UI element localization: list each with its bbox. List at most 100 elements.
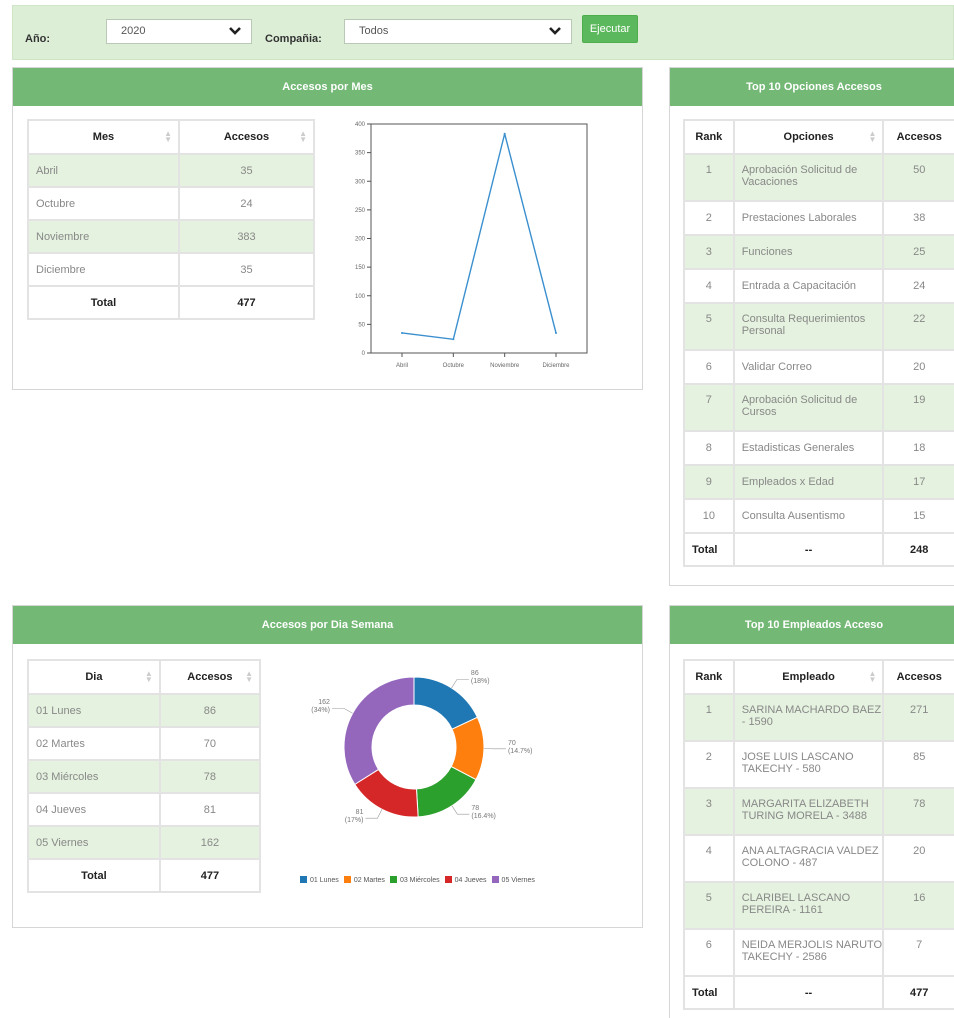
col-header-rank[interactable]: Rank <box>683 659 735 695</box>
weekday-panel: Accesos por Dia Semana Dia ▲ ▼ Accesos ▲ ▼ 0… <box>12 605 643 928</box>
x-tick-label: Diciembre <box>542 363 570 369</box>
legend-swatch <box>444 876 452 883</box>
legend-label: 03 Miércoles <box>399 877 440 884</box>
cell-rank: 7 <box>683 383 735 432</box>
y-tick-label: 300 <box>355 179 366 185</box>
x-tick-label: Noviembre <box>490 363 520 369</box>
cell-count: 16 <box>882 881 954 930</box>
company-select[interactable]: Todos <box>344 19 572 44</box>
company-value: Todos <box>359 25 389 37</box>
data-point <box>503 132 506 135</box>
year-label: Año: <box>25 33 51 45</box>
monthly-panel: Accesos por Mes Mes ▲ ▼ Accesos ▲ ▼ Abril 35 … <box>12 67 643 390</box>
cell-rank: 3 <box>683 234 735 270</box>
cell-rank: 5 <box>683 881 735 930</box>
top-employees-table: Rank Empleado ▲ ▼ Accesos 1 SARINA MACHARDO… <box>683 659 954 1010</box>
slice-percent: (16.4%) <box>471 813 496 821</box>
run-button[interactable]: Ejecutar <box>582 15 638 43</box>
label-leader-line <box>331 708 353 714</box>
table-row: 1 Aprobación Solicitud de Vacaciones 50 <box>683 153 954 202</box>
cell-count: 24 <box>882 268 954 304</box>
cell-option: Aprobación Solicitud de Cursos <box>732 383 885 432</box>
cell-rank: 4 <box>683 834 735 883</box>
cell-count: 20 <box>882 834 954 883</box>
donut-slice[interactable] <box>343 676 415 786</box>
legend-item[interactable]: 01 Lunes <box>300 876 339 884</box>
weekday-panel-title: Accesos por Dia Semana <box>13 606 642 644</box>
col-header-accesos[interactable]: Accesos <box>882 659 954 695</box>
x-tick-label: Octubre <box>443 363 465 369</box>
cell-rank: 2 <box>683 740 735 789</box>
legend-item[interactable]: 05 Viernes <box>491 876 535 884</box>
cell-count: 85 <box>882 740 954 789</box>
cell-rank: 1 <box>683 693 735 742</box>
cell-rank: 6 <box>683 349 735 385</box>
cell-option: Validar Correo <box>732 349 885 385</box>
table-row: 3 MARGARITA ELIZABETH TURING MORELA - 348… <box>683 787 954 836</box>
y-tick-label: 350 <box>355 151 366 157</box>
cell-total_value: 248 <box>882 532 954 567</box>
top-options-panel-title: Top 10 Opciones Accesos <box>670 68 954 106</box>
legend-label: 02 Martes <box>353 877 385 884</box>
cell-total_mid: -- <box>732 532 885 567</box>
table-row: 01 Lunes 86 <box>27 693 262 728</box>
top-employees-panel: Top 10 Empleados Acceso Rank Empleado ▲ ▼ … <box>669 605 954 1018</box>
col-header-rank[interactable]: Rank <box>683 119 735 155</box>
table-total-row: Total -- 477 <box>683 975 954 1010</box>
filter-bar: Año: 2020 Compañia: Todos <box>12 5 954 60</box>
cell-total_label: Total <box>683 532 735 567</box>
col-header-opciones[interactable]: Opciones ▲ ▼ <box>732 119 885 155</box>
cell-count: 17 <box>882 464 954 500</box>
col-header-empleado[interactable]: Empleado ▲ ▼ <box>732 659 885 695</box>
col-header-accesos[interactable]: Accesos ▲ ▼ <box>158 659 262 695</box>
col-header-accesos[interactable]: Accesos <box>882 119 954 155</box>
legend-item[interactable]: 03 Miércoles <box>389 876 440 884</box>
sort-icon: ▲ ▼ <box>164 129 172 144</box>
table-row: Diciembre 35 <box>27 252 316 287</box>
label-leader-line <box>451 805 470 815</box>
table-row: 4 ANA ALTAGRACIA VALDEZ COLONO - 487 20 <box>683 834 954 883</box>
table-row: 1 SARINA MACHARDO BAEZ - 1590 271 <box>683 693 954 742</box>
table-row: Abril 35 <box>27 153 316 188</box>
table-row: 6 Validar Correo 20 <box>683 349 954 385</box>
slice-percent: (34%) <box>311 707 330 715</box>
cell-total_label: Total <box>683 975 735 1010</box>
data-point <box>401 331 403 334</box>
slice-value: 78 <box>471 805 480 813</box>
table-row: 02 Martes 70 <box>27 726 262 761</box>
col-header-mes[interactable]: Mes ▲ ▼ <box>27 119 180 155</box>
table-row: 10 Consulta Ausentismo 15 <box>683 498 954 534</box>
table-row: 04 Jueves 81 <box>27 792 262 827</box>
slice-label: 81 (17%) <box>339 809 364 825</box>
cell-rank: 8 <box>683 430 735 466</box>
legend-item[interactable]: 02 Martes <box>343 876 385 884</box>
slice-value: 70 <box>507 739 516 747</box>
table-row: 9 Empleados x Edad 17 <box>683 464 954 500</box>
cell-count: 78 <box>882 787 954 836</box>
legend-label: 05 Viernes <box>501 877 535 884</box>
col-header-dia[interactable]: Dia ▲ ▼ <box>27 659 161 695</box>
cell-count: 50 <box>882 153 954 202</box>
legend-item[interactable]: 04 Jueves <box>444 876 487 884</box>
monthly-line-chart: 0 50 100 150 200 250 300 350 400 Abril Octubre Novi… <box>355 122 588 369</box>
year-select[interactable]: 2020 <box>106 19 252 44</box>
legend-swatch <box>300 876 307 883</box>
cell-total_mid: -- <box>732 975 885 1010</box>
cell-count: 18 <box>882 430 954 466</box>
cell-count: 19 <box>882 383 954 432</box>
top-options-table: Rank Opciones ▲ ▼ Accesos 1 Aprobación Soli… <box>683 119 954 567</box>
cell-employee: SARINA MACHARDO BAEZ - 1590 <box>732 693 885 742</box>
cell-rank: 4 <box>683 268 735 304</box>
table-row: Noviembre 383 <box>27 219 316 254</box>
col-header-accesos[interactable]: Accesos ▲ ▼ <box>177 119 316 155</box>
table-row: 2 JOSE LUIS LASCANO TAKECHY - 580 85 <box>683 740 954 789</box>
table-total-row: Total -- 248 <box>683 532 954 567</box>
y-tick-label: 250 <box>355 208 366 214</box>
slice-label: 70 (14.7%) <box>508 740 533 756</box>
chevron-down-icon <box>229 27 241 35</box>
cell-employee: JOSE LUIS LASCANO TAKECHY - 580 <box>732 740 885 789</box>
cell-count: 25 <box>882 234 954 270</box>
y-tick-label: 100 <box>355 294 366 300</box>
slice-percent: (18%) <box>470 678 490 686</box>
company-label: Compañia: <box>265 33 322 45</box>
